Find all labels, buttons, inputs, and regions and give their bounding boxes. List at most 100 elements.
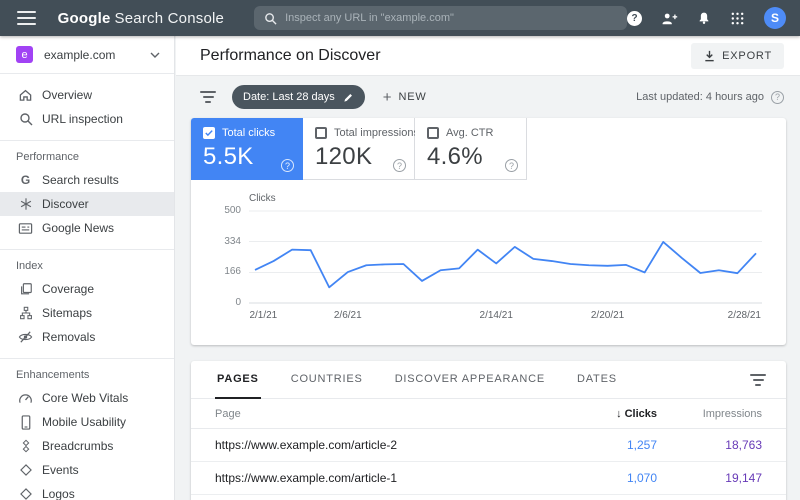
property-selector[interactable]: e example.com [0,36,174,74]
x-axis-tick-label: 2/14/21 [479,310,513,321]
account-avatar[interactable]: S [764,7,786,29]
table-row[interactable]: https://www.example.com/article-2 1,257 … [191,429,786,462]
help-circle-icon[interactable]: ? [393,159,406,172]
page-url[interactable]: https://www.example.com/article-1 [215,471,567,485]
tab-dates[interactable]: DATES [575,361,619,399]
url-inspect-searchbox[interactable] [254,6,627,30]
sidebar-section-enhancements: Enhancements [16,369,90,381]
sidebar-item-removals[interactable]: Removals [0,325,174,349]
chevron-down-icon [150,52,160,58]
impressions-value: 19,147 [725,471,762,485]
help-icon[interactable]: ? [627,10,642,26]
column-header-clicks[interactable]: ↓ Clicks [567,408,657,420]
table-tabs: PAGES COUNTRIES DISCOVER APPEARANCE DATE… [191,361,786,399]
property-name: example.com [44,47,116,62]
app-logo[interactable]: Google Search Console [58,10,224,27]
sidebar-item-coverage[interactable]: Coverage [0,277,174,301]
sidebar-item-search-results[interactable]: G Search results [0,168,174,192]
sidebar: e example.com Overview URL inspection Pe… [0,36,175,500]
phone-icon [18,414,33,430]
y-axis-tick-label: 166 [224,266,241,278]
y-axis-tick-label: 0 [235,297,241,308]
last-updated: Last updated: 4 hours ago ? [636,90,784,104]
export-button[interactable]: EXPORT [691,42,784,69]
filter-list-icon[interactable] [200,91,216,103]
logo-google-text: Google [57,9,111,27]
sidebar-item-breadcrumbs[interactable]: Breadcrumbs [0,434,174,458]
search-input[interactable] [285,12,617,24]
google-g-icon: G [20,173,31,187]
page-header: Performance on Discover EXPORT [176,36,800,76]
table-row[interactable]: https://www.example.com/article-1 1,070 … [191,462,786,495]
metric-value: 5.5K [203,143,254,170]
page-url[interactable]: https://www.example.com/article-2 [215,438,567,452]
new-filter-button[interactable]: + NEW [383,89,427,106]
sidebar-item-discover[interactable]: Discover [0,192,174,216]
impressions-value: 18,763 [725,438,762,452]
news-icon [18,222,33,235]
diamond-icon [18,487,33,500]
metric-avg-ctr[interactable]: Avg. CTR 4.6% ? [415,118,527,180]
sidebar-item-sitemaps[interactable]: Sitemaps [0,301,174,325]
checkbox-unchecked-icon[interactable] [315,127,327,139]
pencil-edit-icon [344,93,352,102]
search-icon [18,112,33,126]
home-icon [18,88,33,102]
chart-y-axis-title: Clicks [249,193,276,204]
page-title: Performance on Discover [200,46,381,64]
help-circle-icon[interactable]: ? [505,159,518,172]
tab-pages[interactable]: PAGES [215,361,261,399]
performance-card: Total clicks 5.5K ? Total impressions 12… [191,118,786,345]
x-axis-tick-label: 2/1/21 [249,310,278,321]
date-filter-chip[interactable]: Date: Last 28 days [232,85,365,109]
x-axis-tick-label: 2/6/21 [333,310,362,321]
metric-cards: Total clicks 5.5K ? Total impressions 12… [191,118,786,180]
dimensions-table-card: PAGES COUNTRIES DISCOVER APPEARANCE DATE… [191,361,786,500]
top-app-bar: GoogleSearch Console ? S [0,0,800,36]
tab-discover-appearance[interactable]: DISCOVER APPEARANCE [393,361,547,399]
menu-hamburger-icon[interactable] [17,11,36,25]
sidebar-item-events[interactable]: Events [0,458,174,482]
checkbox-unchecked-icon[interactable] [427,127,439,139]
discover-sparkle-icon [18,197,33,211]
x-axis-tick-label: 2/20/21 [590,310,625,321]
x-axis-tick-label: 2/28/21 [727,310,762,321]
pages-icon [18,282,33,296]
column-header-page[interactable]: Page [215,408,567,420]
sidebar-item-logos[interactable]: Logos [0,482,174,500]
sidebar-section-index: Index [16,260,43,272]
stacked-diamonds-icon [18,439,33,453]
help-circle-icon[interactable]: ? [281,159,294,172]
checkbox-checked-icon[interactable] [203,127,215,139]
user-add-icon[interactable] [661,11,678,26]
eye-off-icon [18,330,33,344]
sidebar-item-url-inspection[interactable]: URL inspection [0,107,174,131]
property-icon: e [16,46,33,63]
help-circle-icon[interactable]: ? [771,90,784,104]
table-filter-icon[interactable] [750,373,766,386]
sort-desc-icon: ↓ [616,407,622,420]
sidebar-item-core-web-vitals[interactable]: Core Web Vitals [0,386,174,410]
apps-grid-icon[interactable] [730,11,745,26]
metric-total-impressions[interactable]: Total impressions 120K ? [303,118,419,180]
clicks-value: 1,070 [626,471,657,485]
table-row[interactable]: https://www.example.com/article-5 987 12… [191,495,786,500]
sidebar-item-mobile-usability[interactable]: Mobile Usability [0,410,174,434]
download-icon [705,50,714,61]
notifications-bell-icon[interactable] [697,10,711,26]
y-axis-tick-label: 334 [224,235,241,247]
tab-countries[interactable]: COUNTRIES [289,361,365,399]
plus-icon: + [382,88,392,106]
search-icon [265,12,277,25]
metric-total-clicks[interactable]: Total clicks 5.5K ? [191,118,303,180]
logo-product-text: Search Console [114,9,225,27]
metric-value: 120K [315,143,373,170]
column-header-impressions[interactable]: Impressions [657,408,762,420]
speed-gauge-icon [18,392,33,405]
sidebar-item-google-news[interactable]: Google News [0,216,174,240]
metric-value: 4.6% [427,143,483,170]
y-axis-tick-label: 500 [224,205,241,216]
table-header-row: Page ↓ Clicks Impressions [191,399,786,429]
chart-plot[interactable] [249,207,762,307]
sidebar-item-overview[interactable]: Overview [0,83,174,107]
